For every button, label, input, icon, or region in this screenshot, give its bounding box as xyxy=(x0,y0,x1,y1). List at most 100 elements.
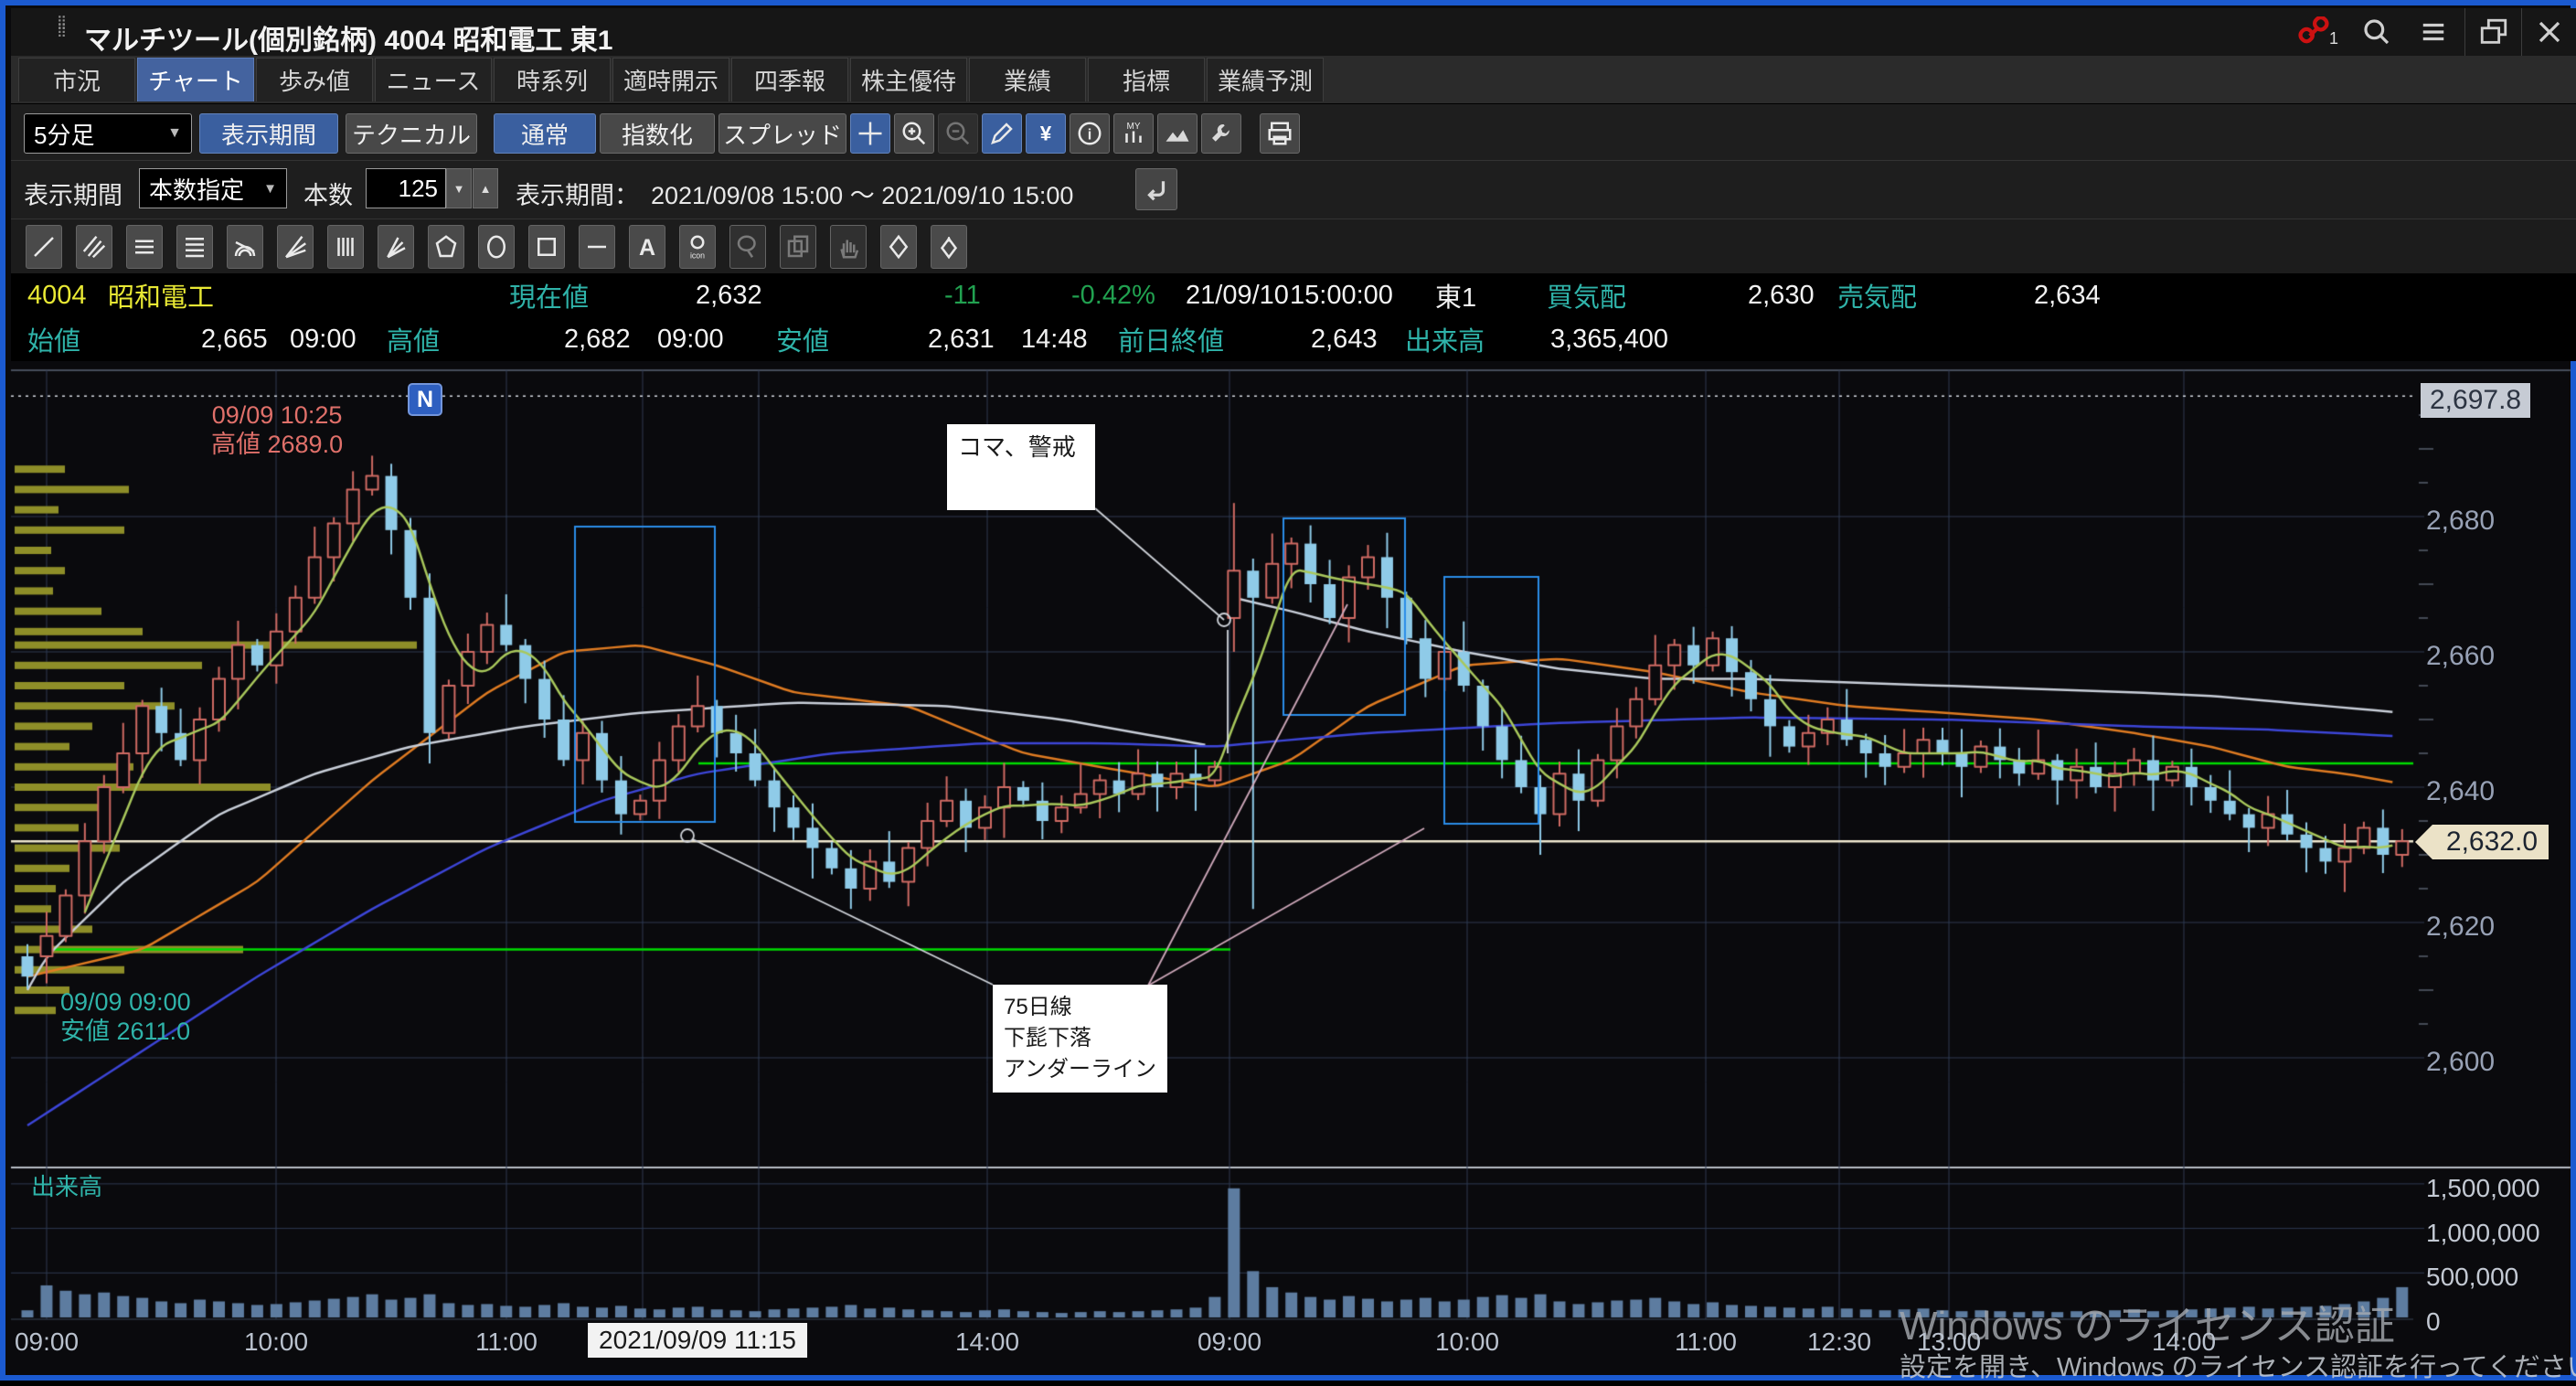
quote-field: 09:00 xyxy=(657,317,724,361)
draw-pentagon-icon[interactable] xyxy=(428,225,464,269)
svg-text:i: i xyxy=(1088,126,1092,143)
pencil-icon[interactable] xyxy=(982,113,1022,154)
range-value: 2021/09/08 15:00 ～ 2021/09/10 15:00 xyxy=(651,176,1073,211)
quote-field: 現在値 xyxy=(509,273,589,317)
quote-row-1: 4004昭和電工現在値2,632-11-0.42%21/09/1015:00:0… xyxy=(11,273,2576,317)
quote-field: 売気配 xyxy=(1837,273,1917,317)
quote-field: -11 xyxy=(944,273,981,317)
quote-field: 出来高 xyxy=(1405,317,1485,361)
draw-text-icon[interactable]: A xyxy=(629,225,665,269)
draw-fibonacci-arcs-icon[interactable] xyxy=(227,225,263,269)
draw-hline-icon[interactable] xyxy=(579,225,615,269)
chart-toolbar: 5分足▼ 表示期間テクニカル通常指数化スプレッド ¥ i MY xyxy=(11,103,2576,161)
tab-7[interactable]: 株主優待 xyxy=(850,58,967,101)
draw-eraser-icon[interactable] xyxy=(880,225,917,269)
link-group-number: 1 xyxy=(2329,29,2338,48)
quote-field: 2,634 xyxy=(2034,273,2101,317)
toolbar-button-3[interactable]: 指数化 xyxy=(600,113,715,154)
tab-3[interactable]: ニュース xyxy=(375,58,492,101)
toolbar-button-4[interactable]: スプレッド xyxy=(719,113,846,154)
quote-field: 始値 xyxy=(27,317,80,361)
yen-icon[interactable]: ¥ xyxy=(1026,113,1066,154)
title-bar[interactable]: ⣿⣿ マルチツール(個別銘柄) 4004 昭和電工 東1 1 xyxy=(11,8,2576,56)
zoom-out-icon[interactable] xyxy=(938,113,978,154)
quote-field: 2,630 xyxy=(1748,273,1815,317)
count-input[interactable]: 125 xyxy=(366,168,446,208)
draw-hlines-4-icon[interactable] xyxy=(176,225,213,269)
quote-field: 09:00 xyxy=(290,317,357,361)
close-icon[interactable] xyxy=(2521,8,2576,56)
window-title: マルチツール(個別銘柄) 4004 昭和電工 東1 xyxy=(84,17,612,58)
draw-copy-icon[interactable] xyxy=(780,225,816,269)
reset-period-icon[interactable] xyxy=(1135,168,1177,210)
svg-text:¥: ¥ xyxy=(1040,123,1052,145)
drag-grip-icon[interactable]: ⣿⣿ xyxy=(57,19,71,48)
quote-field: 2,631 xyxy=(928,317,995,361)
draw-hand-icon[interactable] xyxy=(830,225,867,269)
period-label: 表示期間 xyxy=(24,176,122,211)
quote-field: 東1 xyxy=(1435,273,1476,317)
count-step-down[interactable]: ▼ xyxy=(446,168,472,208)
toolbar-button-2[interactable]: 通常 xyxy=(494,113,596,154)
quote-field: 2,682 xyxy=(564,317,631,361)
svg-text:A: A xyxy=(639,235,655,261)
tab-1[interactable]: チャート xyxy=(137,58,254,101)
tab-9[interactable]: 指標 xyxy=(1088,58,1205,101)
quote-field: 4004 xyxy=(27,273,87,317)
quote-field: 買気配 xyxy=(1547,273,1626,317)
draw-balloon-icon[interactable] xyxy=(729,225,766,269)
crosshair-icon[interactable] xyxy=(850,113,890,154)
app-window: ⣿⣿ マルチツール(個別銘柄) 4004 昭和電工 東1 1 市況チャート歩み値… xyxy=(0,0,2576,1381)
draw-eraser-text-icon[interactable]: A xyxy=(931,225,967,269)
interval-select[interactable]: 5分足▼ xyxy=(24,113,192,154)
draw-vlines-icon[interactable] xyxy=(327,225,364,269)
restore-window-icon[interactable] xyxy=(2464,8,2522,56)
search-icon[interactable] xyxy=(2351,8,2402,56)
draw-ellipse-icon[interactable] xyxy=(478,225,515,269)
svg-text:MY: MY xyxy=(1127,122,1141,132)
quote-field: 昭和電工 xyxy=(108,273,214,317)
quote-field: 高値 xyxy=(387,317,440,361)
toolbar-button-0[interactable]: 表示期間 xyxy=(199,113,338,154)
quote-field: 2,632 xyxy=(696,273,762,317)
draw-rectangle-icon[interactable] xyxy=(528,225,565,269)
period-mode-select[interactable]: 本数指定▼ xyxy=(139,168,287,208)
draw-line-icon[interactable] xyxy=(26,225,62,269)
printer-icon[interactable] xyxy=(1260,113,1300,154)
quote-field: 2,665 xyxy=(201,317,268,361)
my-chart-icon[interactable]: MY xyxy=(1113,113,1154,154)
tab-5[interactable]: 適時開示 xyxy=(612,58,729,101)
draw-pitchfork-icon[interactable] xyxy=(378,225,414,269)
tab-bar: 市況チャート歩み値ニュース時系列適時開示四季報株主優待業績指標業績予測 xyxy=(11,56,2576,103)
tab-2[interactable]: 歩み値 xyxy=(256,58,373,101)
zoom-in-icon[interactable] xyxy=(894,113,934,154)
quote-row-2: 始値 2,665 09:00 高値 2,682 09:00 安値 2,631 14:48 前日終値… xyxy=(11,317,2576,361)
range-label: 表示期間： xyxy=(516,176,639,211)
draw-hlines-3-icon[interactable] xyxy=(126,225,163,269)
quote-field: 2,643 xyxy=(1311,317,1378,361)
quote-field: 安値 xyxy=(776,317,829,361)
quote-field: 前日終値 xyxy=(1118,317,1224,361)
menu-icon[interactable] xyxy=(2408,8,2459,56)
wrench-icon[interactable] xyxy=(1201,113,1241,154)
quote-field: 3,365,400 xyxy=(1550,317,1668,361)
quote-field: 14:48 xyxy=(1021,317,1088,361)
svg-text:A: A xyxy=(945,235,953,246)
tab-10[interactable]: 業績予測 xyxy=(1207,58,1324,101)
tab-4[interactable]: 時系列 xyxy=(494,58,611,101)
quote-field: 15:00:00 xyxy=(1290,273,1393,317)
info-icon[interactable]: i xyxy=(1070,113,1110,154)
period-toolbar: 表示期間 本数指定▼ 本数 125 ▼ ▲ 表示期間： 2021/09/08 1… xyxy=(11,160,2576,219)
count-step-up[interactable]: ▲ xyxy=(473,168,498,208)
mountain-icon[interactable] xyxy=(1157,113,1198,154)
tab-6[interactable]: 四季報 xyxy=(731,58,848,101)
quote-field: 21/09/10 xyxy=(1186,273,1289,317)
tab-0[interactable]: 市況 xyxy=(18,58,135,101)
link-group-icon[interactable]: 1 xyxy=(2291,8,2346,56)
draw-parallel-icon[interactable] xyxy=(76,225,112,269)
svg-text:icon: icon xyxy=(690,251,705,261)
toolbar-button-1[interactable]: テクニカル xyxy=(346,113,477,154)
draw-icon-stamp-icon[interactable]: icon xyxy=(679,225,716,269)
tab-8[interactable]: 業績 xyxy=(969,58,1086,101)
draw-fan-lines-icon[interactable] xyxy=(277,225,314,269)
